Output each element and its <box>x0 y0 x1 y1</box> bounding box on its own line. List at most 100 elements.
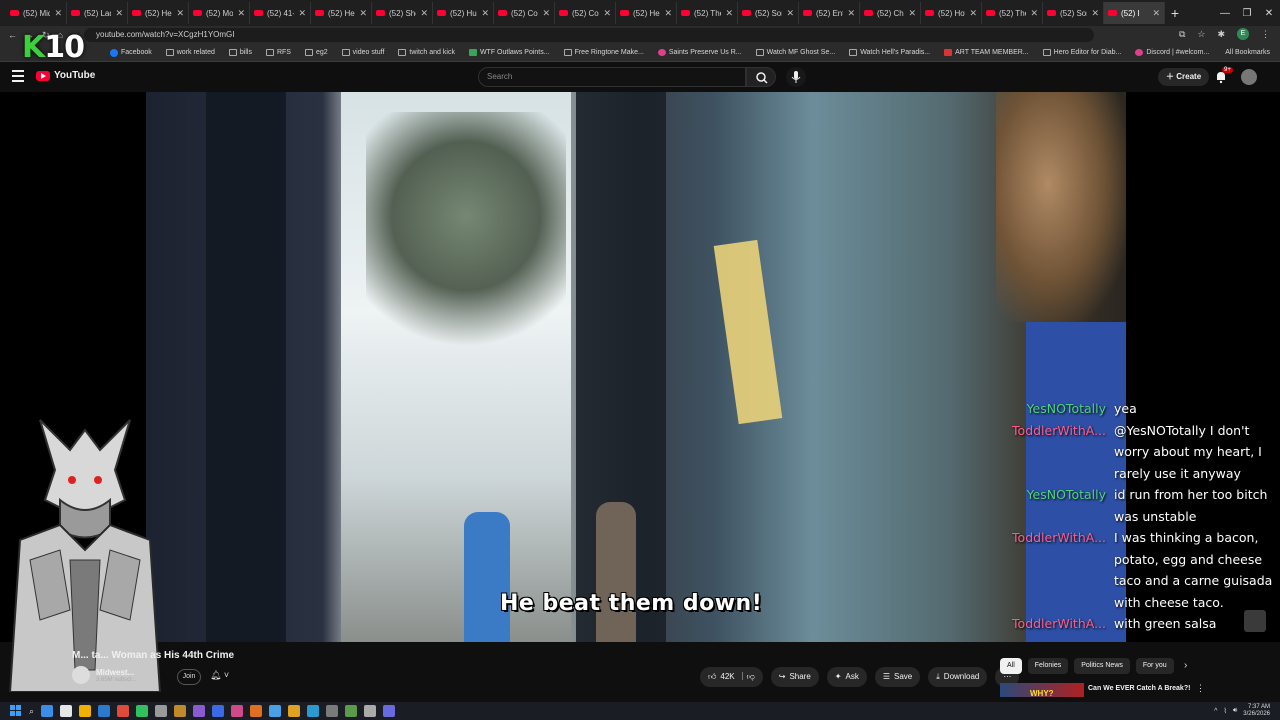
recommended-more-icon[interactable]: ⋮ <box>1196 683 1205 694</box>
taskbar-search-icon[interactable]: ⌕ <box>29 706 34 717</box>
tab-close-icon[interactable]: ✕ <box>481 8 489 19</box>
bookmark-item[interactable]: work related <box>165 49 215 56</box>
bookmark-item[interactable]: WTF Outlaws Points... <box>468 49 550 56</box>
user-avatar[interactable] <box>1241 69 1257 85</box>
bookmark-item[interactable]: Hero Editor for Diab... <box>1042 49 1121 56</box>
browser-tab[interactable]: (52) Midw ✕ <box>6 2 67 24</box>
taskbar-app-icon[interactable] <box>383 705 396 717</box>
taskbar-app-icon[interactable] <box>345 705 358 717</box>
tab-close-icon[interactable]: ✕ <box>664 8 672 19</box>
network-icon[interactable]: ⌇ <box>1223 707 1226 715</box>
browser-tab[interactable]: (52) Coup ✕ <box>494 2 555 24</box>
browser-tab[interactable]: (52) Som ✕ <box>738 2 799 24</box>
tab-close-icon[interactable]: ✕ <box>420 8 428 19</box>
bookmark-item[interactable]: Discord | #welcom... <box>1135 49 1209 56</box>
ask-button[interactable]: ✦ Ask <box>826 667 867 687</box>
browser-tab[interactable]: (52) I ✕ <box>1104 2 1165 24</box>
filter-chip[interactable]: For you <box>1135 658 1174 674</box>
taskbar-app-icon[interactable] <box>231 705 244 717</box>
taskbar-app-icon[interactable] <box>136 705 149 717</box>
url-field[interactable]: youtube.com/watch?v=XCgzH1YOmGI <box>84 28 1094 42</box>
filter-chip[interactable]: All <box>1000 658 1022 674</box>
close-window-icon[interactable]: ✕ <box>1258 8 1280 19</box>
thumbs-down-icon[interactable]: ｜👎︎ <box>739 667 755 687</box>
bookmark-item[interactable]: bills <box>228 49 252 56</box>
taskbar-app-icon[interactable] <box>193 705 206 717</box>
tab-close-icon[interactable]: ✕ <box>298 8 306 19</box>
tab-close-icon[interactable]: ✕ <box>908 8 916 19</box>
taskbar-app-icon[interactable] <box>326 705 339 717</box>
bookmark-item[interactable]: Saints Preserve Us R... <box>657 49 742 56</box>
tab-close-icon[interactable]: ✕ <box>1091 8 1099 19</box>
bookmark-item[interactable]: Watch MF Ghost Se... <box>755 49 835 56</box>
join-button[interactable]: Join <box>177 669 201 685</box>
tab-close-icon[interactable]: ✕ <box>847 8 855 19</box>
taskbar-app-icon[interactable] <box>174 705 187 717</box>
browser-tab[interactable]: (52) He B ✕ <box>311 2 372 24</box>
browser-tab[interactable]: (52) She ✕ <box>372 2 433 24</box>
download-button[interactable]: ⤓ Download <box>928 667 988 687</box>
bookmark-item[interactable]: Free Ringtone Make... <box>563 49 644 56</box>
browser-tab[interactable]: (52) Cop ✕ <box>555 2 616 24</box>
browser-tab[interactable]: (52) 41-Y ✕ <box>250 2 311 24</box>
browser-tab[interactable]: (52) Lady ✕ <box>67 2 128 24</box>
browser-tab[interactable]: (52) Mon✕ <box>189 2 250 24</box>
taskbar-app-icon[interactable] <box>155 705 168 717</box>
new-tab-button[interactable]: + <box>1165 5 1185 21</box>
tab-close-icon[interactable]: ✕ <box>603 8 611 19</box>
bookmark-star-icon[interactable]: ☆ <box>1197 29 1205 40</box>
like-button[interactable]: 👍︎ 42K ｜👎︎ <box>700 667 763 687</box>
channel-name[interactable]: Midwest... <box>96 668 137 677</box>
taskbar-app-icon[interactable] <box>79 705 92 717</box>
clock[interactable]: 7:37 AM 3/26/2026 <box>1243 704 1270 718</box>
browser-tab[interactable]: (52) Enti ✕ <box>799 2 860 24</box>
browser-tab[interactable]: (52) The ✕ <box>677 2 738 24</box>
recommended-title[interactable]: Can We EVER Catch A Break?! <box>1088 683 1190 697</box>
tab-close-icon[interactable]: ✕ <box>115 8 123 19</box>
taskbar-app-icon[interactable] <box>288 705 301 717</box>
create-button[interactable]: ＋ Create <box>1158 68 1210 86</box>
volume-icon[interactable]: 🔊︎ <box>1233 707 1237 715</box>
extensions-icon[interactable]: ✱ <box>1217 29 1225 40</box>
taskbar-app-icon[interactable] <box>212 705 225 717</box>
taskbar-app-icon[interactable] <box>60 705 73 717</box>
recommended-video[interactable]: WHY? Can We EVER Catch A Break?! ⋮ <box>1000 683 1280 698</box>
browser-tab[interactable]: (52) Hust ✕ <box>433 2 494 24</box>
taskbar-app-icon[interactable] <box>250 705 263 717</box>
recommended-thumbnail[interactable]: WHY? <box>1000 683 1084 698</box>
tab-close-icon[interactable]: ✕ <box>542 8 550 19</box>
share-button[interactable]: ↪ Share <box>770 667 819 687</box>
taskbar-app-icon[interactable] <box>41 705 54 717</box>
tab-close-icon[interactable]: ✕ <box>725 8 733 19</box>
search-input[interactable]: Search <box>478 67 746 87</box>
subscribed-bell-icon[interactable]: 🔔︎ ˅ <box>210 670 229 681</box>
taskbar-app-icon[interactable] <box>269 705 282 717</box>
profile-avatar[interactable]: E <box>1237 28 1249 40</box>
bookmark-item[interactable]: ART TEAM MEMBER... <box>944 49 1029 56</box>
maximize-icon[interactable]: ❐ <box>1236 8 1258 19</box>
tab-close-icon[interactable]: ✕ <box>54 8 62 19</box>
taskbar-app-icon[interactable] <box>98 705 111 717</box>
tab-close-icon[interactable]: ✕ <box>1030 8 1038 19</box>
channel-avatar[interactable] <box>72 666 90 684</box>
bookmark-item[interactable]: twitch and kick <box>398 49 455 56</box>
browser-tab[interactable]: (52) Hot ✕ <box>921 2 982 24</box>
hamburger-menu-icon[interactable] <box>12 70 24 82</box>
tab-close-icon[interactable]: ✕ <box>1152 8 1160 19</box>
search-button[interactable] <box>746 67 776 87</box>
taskbar-app-icon[interactable] <box>117 705 130 717</box>
tab-close-icon[interactable]: ✕ <box>359 8 367 19</box>
all-bookmarks-button[interactable]: All Bookmarks <box>1225 49 1270 56</box>
taskbar-app-icon[interactable] <box>364 705 377 717</box>
filter-chip[interactable]: Politics News <box>1074 658 1130 674</box>
tray-chevron-icon[interactable]: ^ <box>1214 708 1217 715</box>
menu-dots-icon[interactable]: ⋮ <box>1261 29 1270 40</box>
bookmark-item[interactable]: Facebook <box>110 48 152 57</box>
chips-next-arrow-icon[interactable]: › <box>1184 660 1187 671</box>
browser-tab[interactable]: (52) He B ✕ <box>128 2 189 24</box>
tab-close-icon[interactable]: ✕ <box>969 8 977 19</box>
chat-settings-icon[interactable] <box>1244 610 1266 632</box>
install-icon[interactable]: ⧉ <box>1179 29 1185 40</box>
save-button[interactable]: ☰ Save <box>874 667 921 687</box>
tab-close-icon[interactable]: ✕ <box>176 8 184 19</box>
